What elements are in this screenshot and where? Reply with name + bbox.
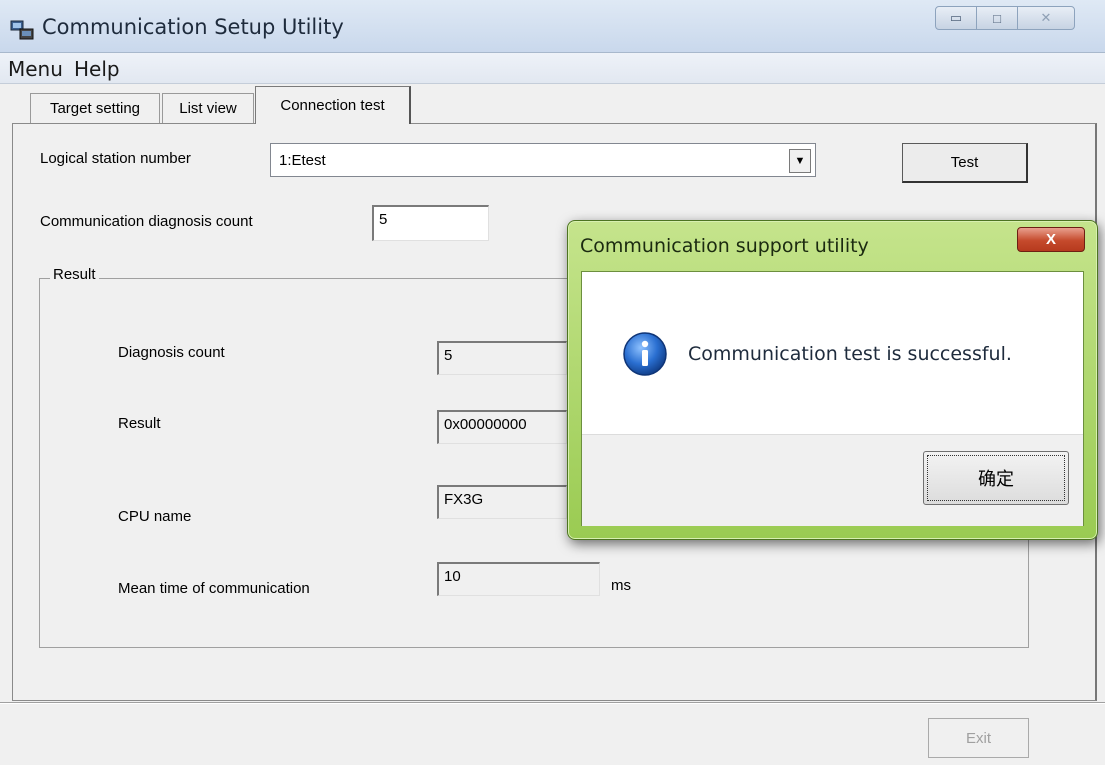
menu-item-menu[interactable]: Menu — [8, 57, 63, 81]
footer-divider — [0, 702, 1105, 704]
result-code-field: 0x00000000 — [437, 410, 567, 444]
message-dialog: Communication support utility X Communic… — [567, 220, 1098, 540]
result-code-label: Result — [118, 415, 161, 432]
diagnosis-count-result-label: Diagnosis count — [118, 344, 225, 361]
result-group-legend: Result — [50, 266, 99, 283]
dialog-title: Communication support utility — [580, 235, 869, 257]
mean-time-unit: ms — [611, 577, 631, 594]
cpu-name-label: CPU name — [118, 508, 192, 525]
dialog-close-button[interactable]: X — [1017, 227, 1085, 252]
dropdown-arrow-icon[interactable]: ▼ — [789, 149, 811, 173]
ok-button-label: 确定 — [927, 455, 1065, 501]
diagnosis-count-result-field: 5 — [437, 341, 567, 375]
mean-time-label: Mean time of communication — [118, 580, 310, 597]
logical-station-value: 1:Etest — [279, 152, 326, 169]
logical-station-select[interactable]: 1:Etest ▼ — [270, 143, 816, 177]
exit-button[interactable]: Exit — [928, 718, 1029, 758]
cpu-name-field: FX3G — [437, 485, 567, 519]
close-button[interactable]: ✕ — [1017, 6, 1075, 30]
logical-station-label: Logical station number — [40, 150, 191, 167]
close-icon: X — [1045, 231, 1056, 248]
tab-list-view[interactable]: List view — [162, 93, 254, 123]
window-title: Communication Setup Utility — [42, 15, 344, 39]
diagnosis-count-input[interactable]: 5 — [372, 205, 489, 241]
dialog-body: Communication test is successful. 确定 — [581, 271, 1084, 526]
tab-target-setting[interactable]: Target setting — [30, 93, 160, 123]
maximize-icon: □ — [993, 10, 1001, 26]
info-icon — [623, 332, 667, 376]
mean-time-field: 10 — [437, 562, 600, 596]
menu-item-help[interactable]: Help — [74, 57, 120, 81]
menu-bar: Menu Help — [0, 53, 1105, 84]
dialog-message: Communication test is successful. — [688, 343, 1012, 365]
maximize-button[interactable]: □ — [976, 6, 1018, 30]
close-icon: ✕ — [1040, 10, 1052, 25]
diagnosis-count-label: Communication diagnosis count — [40, 213, 253, 230]
tab-connection-test[interactable]: Connection test — [255, 86, 411, 124]
title-bar[interactable]: Communication Setup Utility ▭ □ ✕ — [0, 0, 1105, 53]
test-button[interactable]: Test — [902, 143, 1028, 183]
computer-network-icon — [10, 20, 34, 40]
minimize-icon: ▭ — [949, 10, 963, 25]
ok-button[interactable]: 确定 — [923, 451, 1069, 505]
minimize-button[interactable]: ▭ — [935, 6, 977, 30]
